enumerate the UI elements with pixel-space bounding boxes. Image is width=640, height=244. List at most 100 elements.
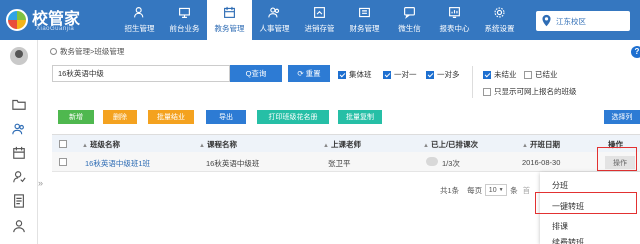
breadcrumb: 教务管理>班级管理	[50, 46, 124, 57]
table-row: 16秋英语中级班1班 16秋英语中级班 张卫平 1/3次 2016-08-30 …	[52, 152, 640, 172]
teacher-icon[interactable]	[12, 170, 26, 184]
reset-label: 重置	[305, 69, 321, 78]
main-nav: 招生管理 前台业务 教务管理 人事管理 进销存管 财务管理 微生信 报表中心 系…	[117, 0, 522, 40]
col-class-name[interactable]: ▲ 班级名称	[82, 139, 120, 150]
checkbox-one-to-many[interactable]	[426, 70, 434, 79]
checkbox-label: 集体班	[349, 70, 372, 79]
desk-icon	[179, 7, 190, 18]
checkbox-label: 一对多	[437, 70, 460, 79]
col-course-name[interactable]: ▲ 课程名称	[199, 139, 237, 150]
per-page-unit: 条	[510, 185, 518, 195]
batch-graduate-button[interactable]: 批量结业	[148, 110, 194, 124]
per-page-select[interactable]: 10 ▼	[485, 184, 508, 196]
select-columns-button[interactable]: 选择列	[604, 110, 640, 124]
nav-item-label: 报表中心	[439, 24, 470, 33]
nav-item-front-desk[interactable]: 前台业务	[162, 0, 207, 40]
select-all-checkbox[interactable]	[59, 140, 67, 148]
chart-icon	[449, 7, 460, 18]
people-icon	[268, 7, 280, 18]
batch-copy-button[interactable]: 批量复制	[338, 110, 382, 124]
col-start-date[interactable]: ▲ 开班日期	[522, 139, 560, 150]
avatar[interactable]	[10, 47, 28, 65]
students-icon[interactable]	[12, 122, 26, 136]
calendar-icon[interactable]	[12, 146, 26, 160]
nav-item-label: 教务管理	[214, 24, 245, 33]
nav-item-inventory[interactable]: 进销存管	[297, 0, 342, 40]
box-icon	[314, 7, 325, 18]
money-icon	[359, 7, 370, 18]
session-count: 1/3次	[442, 159, 460, 168]
nav-item-reports[interactable]: 报表中心	[432, 0, 477, 40]
checkbox-label: 只显示可网上报名的班级	[494, 87, 577, 96]
col-sessions[interactable]: ▲ 已上/已排课次	[423, 139, 478, 150]
user-add-icon	[134, 7, 144, 18]
filter-not-graduated[interactable]: 未结业	[483, 69, 517, 80]
export-button[interactable]: 导出	[206, 110, 246, 124]
nav-item-label: 微生信	[398, 24, 421, 33]
checkbox-online-enroll[interactable]	[483, 87, 491, 96]
filter-group-class[interactable]: 集体班	[338, 69, 372, 80]
add-button[interactable]: 新增	[58, 110, 94, 124]
nav-item-wechat[interactable]: 微生信	[387, 0, 432, 40]
teacher-name: 张卫平	[328, 159, 351, 168]
delete-button[interactable]: 删除	[103, 110, 137, 124]
user-icon[interactable]	[12, 219, 26, 233]
nav-item-academic[interactable]: 教务管理	[207, 0, 252, 40]
checkbox-label: 已结业	[535, 70, 558, 79]
col-teacher[interactable]: ▲ 上课老师	[323, 139, 361, 150]
highlight-menu-box	[535, 192, 637, 214]
nav-item-label: 财务管理	[349, 24, 380, 33]
menu-item-schedule[interactable]: 排课	[552, 221, 568, 232]
chat-icon	[404, 7, 415, 19]
nav-item-label: 前台业务	[169, 24, 200, 33]
top-nav-bar: 校管家 XiaoGuanjia 招生管理 前台业务 教务管理 人事管理 进销存管…	[0, 0, 640, 40]
checkbox-group-class[interactable]	[338, 70, 346, 79]
filter-graduated[interactable]: 已结业	[524, 69, 558, 80]
divider	[472, 66, 473, 98]
refresh-icon: ⟳	[297, 69, 304, 78]
search-input[interactable]: 16秋英语中级	[52, 65, 230, 82]
pagination: 共1条 每页 10 ▼ 条 首	[440, 184, 530, 196]
filter-one-on-one[interactable]: 一对一	[383, 69, 417, 80]
nav-item-settings[interactable]: 系统设置	[477, 0, 522, 40]
sidebar-collapse-toggle[interactable]: »	[38, 178, 48, 200]
first-page-link[interactable]: 首	[523, 185, 531, 196]
nav-item-finance[interactable]: 财务管理	[342, 0, 387, 40]
nav-item-hr[interactable]: 人事管理	[252, 0, 297, 40]
class-name-link[interactable]: 16秋英语中级班1班	[85, 158, 150, 169]
nav-item-enrollment[interactable]: 招生管理	[117, 0, 162, 40]
folder-icon[interactable]	[12, 97, 26, 111]
checkbox-label: 未结业	[494, 70, 517, 79]
menu-item-renew-transfer[interactable]: 续费转班	[552, 238, 584, 244]
breadcrumb-text[interactable]: 教务管理>班级管理	[60, 46, 124, 57]
nav-item-label: 进销存管	[304, 24, 335, 33]
help-icon[interactable]: ?	[631, 46, 640, 58]
checkbox-not-graduated[interactable]	[483, 70, 491, 79]
campus-selector[interactable]: 江东校区	[536, 11, 630, 31]
app-logo[interactable]: 校管家 XiaoGuanjia	[6, 4, 80, 36]
per-page-label: 每页	[467, 185, 483, 195]
nav-item-label: 人事管理	[259, 24, 290, 33]
filter-online-enroll[interactable]: 只显示可网上报名的班级	[483, 86, 577, 97]
checkbox-one-on-one[interactable]	[383, 70, 391, 79]
row-checkbox[interactable]	[59, 158, 67, 166]
print-roster-button[interactable]: 打印班级花名册	[257, 110, 329, 124]
progress-pill	[426, 157, 438, 166]
nav-item-label: 系统设置	[484, 24, 515, 33]
filter-one-to-many[interactable]: 一对多	[426, 69, 460, 80]
menu-item-assign-class[interactable]: 分班	[552, 180, 568, 191]
checkbox-label: 一对一	[394, 70, 417, 79]
logo-mark	[6, 9, 28, 31]
checkbox-graduated[interactable]	[524, 70, 532, 79]
start-date: 2016-08-30	[522, 158, 561, 167]
left-sidebar	[0, 40, 38, 244]
query-button[interactable]: Q查询	[230, 65, 282, 82]
calendar-icon	[224, 6, 235, 18]
table-header: ▲ 班级名称 ▲ 课程名称 ▲ 上课老师 ▲ 已上/已排课次 ▲ 开班日期 操作	[52, 134, 640, 152]
reset-button[interactable]: ⟳ 重置	[288, 65, 330, 82]
gear-icon	[494, 7, 505, 18]
location-pin-icon	[542, 14, 551, 27]
highlight-operation-box	[597, 147, 637, 171]
total-count: 共1条	[440, 185, 460, 195]
document-icon[interactable]	[12, 194, 26, 208]
